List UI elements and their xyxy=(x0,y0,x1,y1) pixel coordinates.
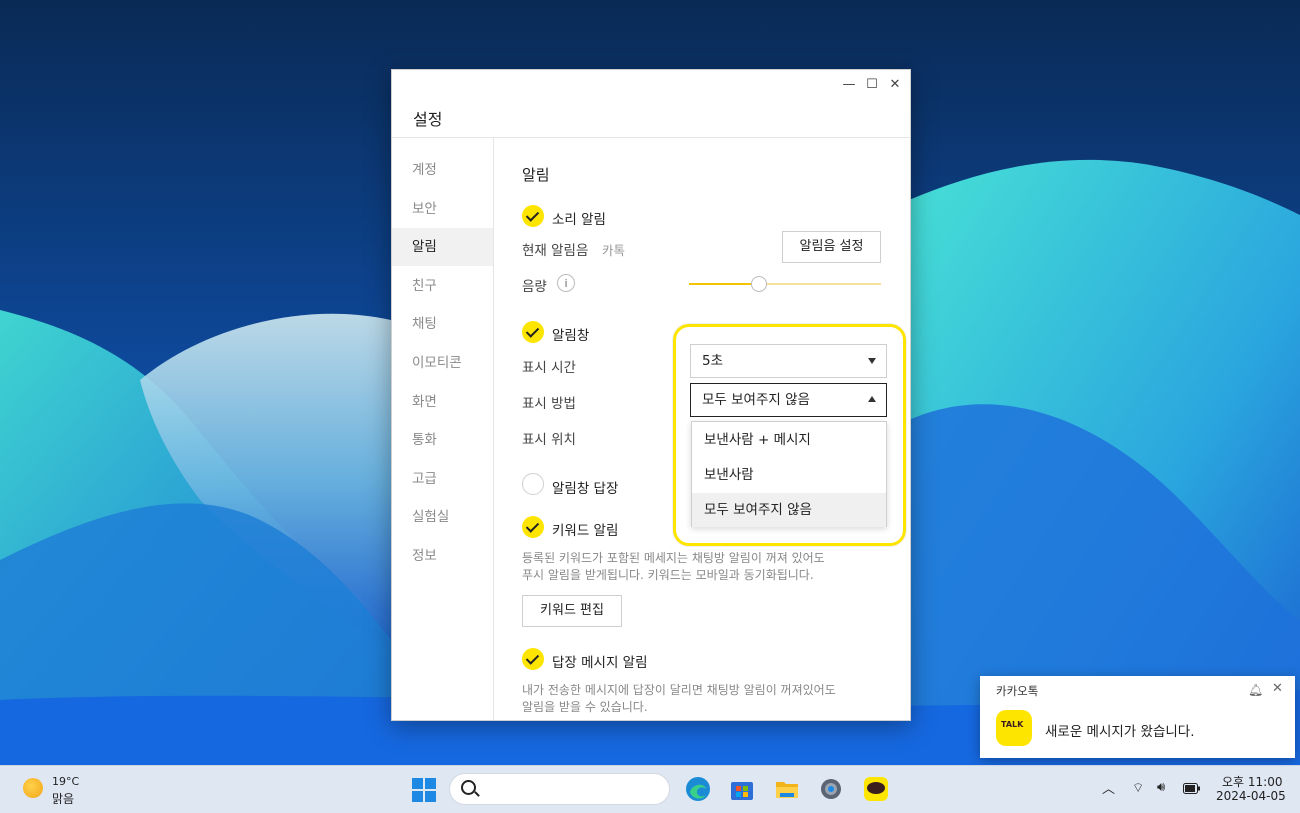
close-button[interactable]: ✕ xyxy=(886,76,904,94)
notification-toast[interactable]: 카카오톡 🔔︎ ✕ TALK 새로운 메시지가 왔습니다. xyxy=(980,676,1295,758)
toast-message: 새로운 메시지가 왔습니다. xyxy=(1045,724,1195,740)
reply-description: 내가 전송한 메시지에 답장이 달리면 채팅방 알림이 꺼져있어도 알림을 받을… xyxy=(522,682,882,716)
settings-sidebar: 계정 보안 알림 친구 채팅 이모티콘 화면 통화 고급 실험실 정보 xyxy=(392,138,494,720)
sidebar-item-call[interactable]: 통화 xyxy=(392,421,493,459)
battery-icon[interactable] xyxy=(1183,783,1201,794)
weather-temperature[interactable]: 19°C xyxy=(52,775,79,788)
reply-desc-line1: 내가 전송한 메시지에 답장이 달리면 채팅방 알림이 꺼져있어도 xyxy=(522,683,836,697)
popup-reply-checkbox[interactable] xyxy=(522,473,544,495)
reply-message-label: 답장 메시지 알림 xyxy=(552,655,648,671)
sun-icon[interactable] xyxy=(23,778,43,798)
windows-start-icon[interactable] xyxy=(412,778,436,802)
sidebar-item-security[interactable]: 보안 xyxy=(392,190,493,228)
sidebar-item-friends[interactable]: 친구 xyxy=(392,267,493,305)
current-sound-value: 카톡 xyxy=(602,243,626,258)
kakaotalk-icon: TALK xyxy=(996,710,1032,746)
chevron-up-icon[interactable]: ︿ xyxy=(1102,778,1115,797)
highlight-outline xyxy=(673,324,906,546)
toast-app-name: 카카오톡 xyxy=(996,684,1039,698)
keyword-desc-line1: 등록된 키워드가 포함된 메세지는 채팅방 알림이 꺼져 있어도 xyxy=(522,551,825,565)
settings-icon[interactable] xyxy=(818,776,844,802)
title-bar: — ☐ ✕ xyxy=(392,70,910,100)
reply-desc-line2: 알림을 받을 수 있습니다. xyxy=(522,700,648,714)
sidebar-item-chat[interactable]: 채팅 xyxy=(392,305,493,343)
section-title: 알림 xyxy=(522,166,550,184)
bell-icon[interactable]: 🔔︎ xyxy=(1248,683,1263,697)
sidebar-item-advanced[interactable]: 고급 xyxy=(392,460,493,498)
display-position-label: 표시 위치 xyxy=(522,432,576,448)
kakaotalk-logo-text: TALK xyxy=(1001,720,1024,729)
taskbar: 19°C 맑음 ︿ ⌔ 🔊︎ 오후 11:00 2024-04-05 xyxy=(0,765,1300,813)
reply-message-checkbox[interactable] xyxy=(522,648,544,670)
sidebar-item-emoticon[interactable]: 이모티콘 xyxy=(392,344,493,382)
keyword-desc-line2: 푸시 알림을 받게됩니다. 키워드는 모바일과 동기화됩니다. xyxy=(522,568,814,582)
clock-date[interactable]: 2024-04-05 xyxy=(1216,789,1286,803)
volume-slider-track[interactable] xyxy=(758,283,881,285)
keyword-edit-button[interactable]: 키워드 편집 xyxy=(522,595,622,627)
display-time-label: 표시 시간 xyxy=(522,360,576,376)
sound-alert-label: 소리 알림 xyxy=(552,212,606,228)
sound-alert-checkbox[interactable] xyxy=(522,205,544,227)
kakaotalk-icon[interactable] xyxy=(863,776,889,802)
keyword-alert-label: 키워드 알림 xyxy=(552,523,619,539)
file-explorer-icon[interactable] xyxy=(774,776,800,802)
popup-reply-label: 알림창 답장 xyxy=(552,481,619,497)
volume-icon[interactable]: 🔊︎ xyxy=(1157,780,1165,795)
clock-time[interactable]: 오후 11:00 xyxy=(1222,773,1282,790)
weather-description[interactable]: 맑음 xyxy=(52,790,74,807)
sidebar-item-display[interactable]: 화면 xyxy=(392,383,493,421)
minimize-button[interactable]: — xyxy=(840,76,858,94)
volume-slider-handle[interactable] xyxy=(751,276,767,292)
volume-slider-fill xyxy=(689,283,758,285)
taskbar-search-box[interactable] xyxy=(449,773,670,805)
volume-label: 음량 xyxy=(522,279,547,295)
sidebar-item-labs[interactable]: 실험실 xyxy=(392,498,493,536)
wifi-icon[interactable]: ⌔ xyxy=(1132,780,1144,796)
sidebar-item-info[interactable]: 정보 xyxy=(392,537,493,575)
store-icon[interactable] xyxy=(729,776,755,802)
maximize-button[interactable]: ☐ xyxy=(863,76,881,94)
search-icon xyxy=(461,780,476,795)
popup-alert-label: 알림창 xyxy=(552,328,590,344)
sidebar-item-notifications[interactable]: 알림 xyxy=(392,228,493,266)
sound-settings-button[interactable]: 알림음 설정 xyxy=(782,231,881,263)
keyword-alert-checkbox[interactable] xyxy=(522,516,544,538)
info-icon[interactable]: i xyxy=(557,274,575,292)
edge-icon[interactable] xyxy=(685,776,711,802)
window-title: 설정 xyxy=(413,110,443,129)
display-method-label: 표시 방법 xyxy=(522,396,576,412)
sidebar-item-account[interactable]: 계정 xyxy=(392,151,493,189)
keyword-description: 등록된 키워드가 포함된 메세지는 채팅방 알림이 꺼져 있어도 푸시 알림을 … xyxy=(522,550,882,584)
current-sound-label: 현재 알림음 xyxy=(522,243,589,259)
close-icon[interactable]: ✕ xyxy=(1272,681,1283,696)
popup-alert-checkbox[interactable] xyxy=(522,321,544,343)
